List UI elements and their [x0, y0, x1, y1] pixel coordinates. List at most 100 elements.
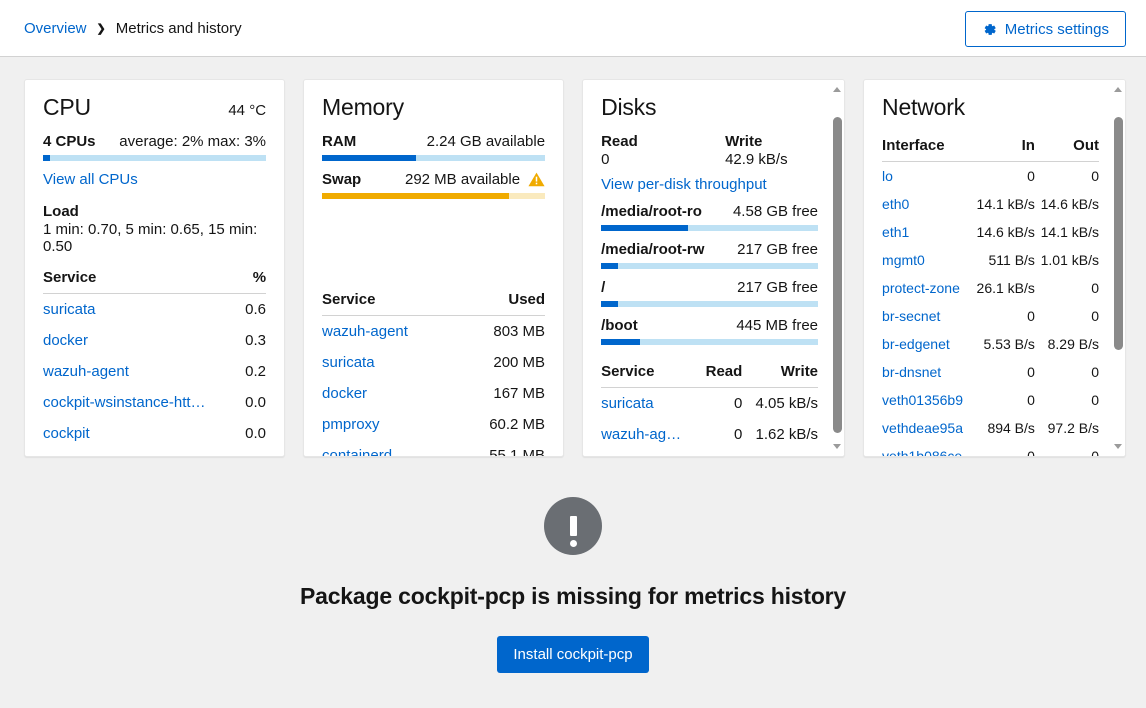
interface-link[interactable]: vethdeae95a — [882, 420, 963, 436]
memory-card-title: Memory — [322, 94, 404, 121]
table-row: cockpit-wsinstance-htt… 0.0 — [43, 387, 266, 418]
interface-link[interactable]: br-dnsnet — [882, 364, 941, 380]
metrics-settings-label: Metrics settings — [1005, 21, 1109, 38]
metrics-cards-row: CPU 44 °C 4 CPUs average: 2% max: 3% Vie… — [0, 57, 1146, 457]
interface-name-cell: veth1b086ce — [882, 442, 971, 457]
install-cockpit-pcp-button[interactable]: Install cockpit-pcp — [497, 636, 648, 673]
interface-out-cell: 0 — [1035, 302, 1099, 330]
interface-name-cell: mgmt0 — [882, 246, 971, 274]
interface-out-cell: 0 — [1035, 442, 1099, 457]
service-link[interactable]: docker — [43, 332, 88, 349]
filesystem-row: /media/root-ro4.58 GB free — [601, 203, 818, 231]
network-scrollbar[interactable] — [1110, 80, 1125, 456]
memory-table-col-used: Used — [457, 287, 545, 316]
service-name-cell: suricata — [322, 347, 457, 378]
table-row: wazuh-agent0.2 — [43, 356, 266, 387]
ram-label: RAM — [322, 133, 356, 150]
interface-link[interactable]: br-secnet — [882, 308, 940, 324]
service-link[interactable]: containerd — [322, 447, 392, 457]
table-row: suricata 200 MB — [322, 347, 545, 378]
network-table-col-interface: Interface — [882, 133, 971, 162]
disks-scrollbar[interactable] — [829, 80, 844, 456]
service-link[interactable]: wazuh-ag… — [601, 426, 681, 443]
table-row: mgmt0511 B/s1.01 kB/s — [882, 246, 1099, 274]
service-link[interactable]: docker — [322, 385, 367, 402]
disks-card: Disks Read Write 0 42.9 kB/s View per-di… — [582, 79, 845, 457]
service-link[interactable]: suricata — [322, 354, 375, 371]
disks-throughput-header: Read Write — [601, 133, 818, 150]
scrollbar-thumb[interactable] — [833, 117, 842, 433]
ram-available: 2.24 GB available — [427, 133, 545, 150]
service-link[interactable]: pmproxy — [322, 416, 380, 433]
service-link[interactable]: cockpit-wsinstance-htt… — [43, 394, 206, 411]
interface-link[interactable]: eth0 — [882, 196, 909, 212]
interface-link[interactable]: protect-zone — [882, 280, 960, 296]
gear-icon — [982, 22, 997, 37]
scroll-up-arrow-icon[interactable] — [833, 87, 841, 92]
interface-link[interactable]: veth1b086ce — [882, 448, 962, 457]
interface-in-cell: 0 — [971, 442, 1035, 457]
interface-out-cell: 0 — [1035, 162, 1099, 191]
cpu-card-title: CPU — [43, 94, 91, 121]
service-link[interactable]: suricata — [601, 395, 654, 412]
swap-label: Swap — [322, 171, 361, 188]
interface-link[interactable]: veth01356b9 — [882, 392, 963, 408]
page-header: Overview ❯ Metrics and history Metrics s… — [0, 0, 1146, 57]
disks-service-table: Service Read Write suricata04.05 kB/swaz… — [601, 359, 818, 450]
interface-out-cell: 14.1 kB/s — [1035, 218, 1099, 246]
filesystem-usage-bar-fill — [601, 301, 618, 307]
table-row: docker 167 MB — [322, 378, 545, 409]
service-link[interactable]: cockpit — [43, 425, 90, 442]
scrollbar-thumb[interactable] — [1114, 117, 1123, 350]
interface-in-cell: 0 — [971, 162, 1035, 191]
breadcrumb-link-overview[interactable]: Overview — [24, 20, 87, 37]
interface-link[interactable]: lo — [882, 168, 893, 184]
filesystem-mount: /media/root-ro — [601, 203, 702, 220]
service-name-cell: wazuh-ag… — [601, 419, 698, 450]
view-per-disk-throughput-link[interactable]: View per-disk throughput — [601, 176, 767, 193]
interface-out-cell: 0 — [1035, 358, 1099, 386]
service-link[interactable]: wazuh-agent — [322, 323, 408, 340]
service-value-cell: 55.1 MB — [457, 440, 545, 457]
table-row: suricata04.05 kB/s — [601, 388, 818, 420]
service-value-cell: 0.0 — [241, 387, 266, 418]
view-all-cpus-link[interactable]: View all CPUs — [43, 171, 138, 188]
scroll-down-arrow-icon[interactable] — [1114, 444, 1122, 449]
filesystem-free: 445 MB free — [736, 317, 818, 334]
scroll-down-arrow-icon[interactable] — [833, 444, 841, 449]
filesystem-usage-bar-fill — [601, 225, 688, 231]
service-name-cell: wazuh-agent — [322, 316, 457, 348]
service-name-cell: docker — [322, 378, 457, 409]
interface-name-cell: veth01356b9 — [882, 386, 971, 414]
ram-row: RAM 2.24 GB available — [322, 133, 545, 150]
metrics-settings-button[interactable]: Metrics settings — [965, 11, 1126, 47]
exclamation-circle-icon — [544, 497, 602, 555]
table-row: protect-zone26.1 kB/s0 — [882, 274, 1099, 302]
table-row: pmproxy60.2 MB — [322, 409, 545, 440]
disks-read-label: Read — [601, 133, 725, 150]
filesystem-mount: /media/root-rw — [601, 241, 704, 258]
interface-link[interactable]: mgmt0 — [882, 252, 925, 268]
table-row: br-secnet00 — [882, 302, 1099, 330]
table-row: wazuh-ag…01.62 kB/s — [601, 419, 818, 450]
scroll-up-arrow-icon[interactable] — [1114, 87, 1122, 92]
interface-in-cell: 0 — [971, 358, 1035, 386]
memory-service-table: Service Used wazuh-agent803 MBsuricata20… — [322, 287, 545, 457]
disks-write-value: 42.9 kB/s — [725, 151, 788, 168]
interface-link[interactable]: br-edgenet — [882, 336, 950, 352]
service-link[interactable]: wazuh-agent — [43, 363, 129, 380]
interface-name-cell: eth1 — [882, 218, 971, 246]
filesystem-usage-bar — [601, 301, 818, 307]
memory-card: Memory RAM 2.24 GB available Swap 292 MB… — [303, 79, 564, 457]
disks-card-title: Disks — [601, 94, 656, 121]
service-link[interactable]: suricata — [43, 301, 96, 318]
interface-out-cell: 97.2 B/s — [1035, 414, 1099, 442]
cpu-load-block: Load 1 min: 0.70, 5 min: 0.65, 15 min: 0… — [43, 203, 266, 255]
service-value-cell: 167 MB — [457, 378, 545, 409]
filesystem-list: /media/root-ro4.58 GB free/media/root-rw… — [601, 203, 818, 345]
table-header-row: Interface In Out — [882, 133, 1099, 162]
cpu-usage-summary: average: 2% max: 3% — [119, 133, 266, 150]
cpu-count-label: 4 CPUs — [43, 133, 96, 150]
service-value-cell: 200 MB — [457, 347, 545, 378]
interface-link[interactable]: eth1 — [882, 224, 909, 240]
